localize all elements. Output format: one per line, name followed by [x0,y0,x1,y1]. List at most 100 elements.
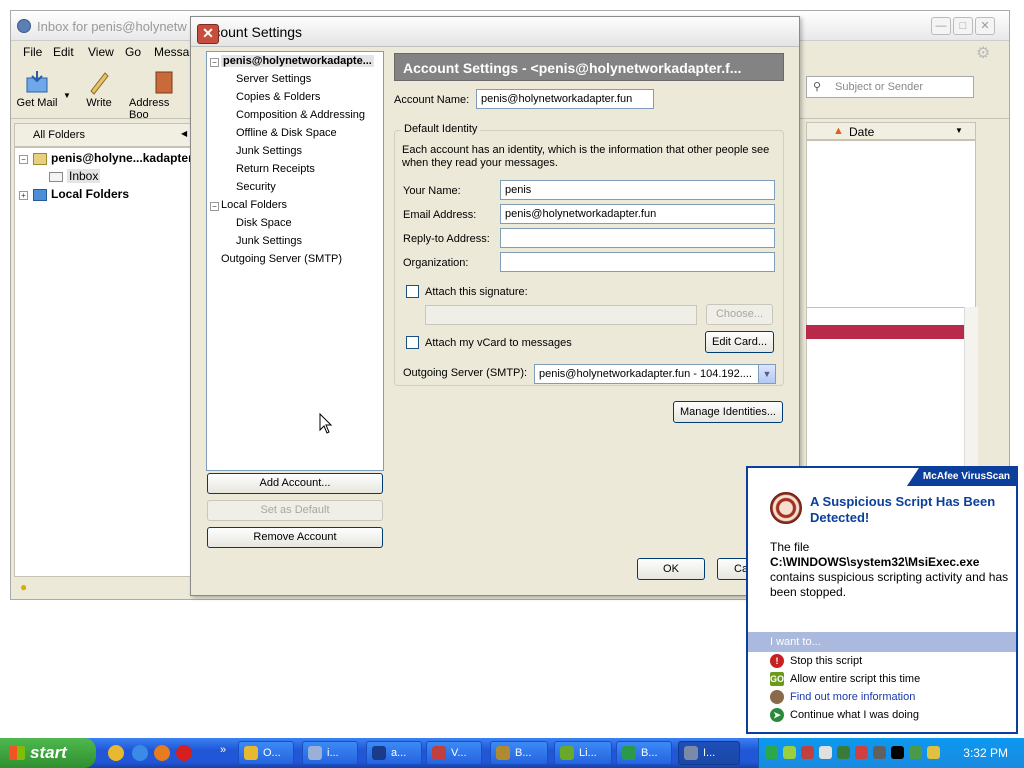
folder-local[interactable]: Local Folders [51,187,129,201]
tree-security[interactable]: Security [236,181,276,193]
tree-return-receipts[interactable]: Return Receipts [236,163,315,175]
address-book-button[interactable]: Address Boo [129,65,191,121]
tree-local-junk-settings[interactable]: Junk Settings [236,235,302,247]
attach-vcard-checkbox[interactable] [406,336,419,349]
dialog-titlebar[interactable]: Account Settings ✕ [191,17,799,47]
folder-account[interactable]: penis@holyne...kadapter. [51,151,195,165]
system-tray: 3:32 PM [758,738,1024,768]
taskbar-button-active[interactable]: I... [678,741,740,765]
maximize-button[interactable]: □ [953,17,973,35]
windows-logo-icon [9,746,25,760]
tree-server-settings[interactable]: Server Settings [236,73,311,85]
mouse-cursor-icon [319,413,333,434]
tray-icon[interactable] [819,746,832,759]
email-address-field[interactable]: penis@holynetworkadapter.fun [500,204,775,224]
tray-icon[interactable] [765,746,778,759]
taskbar-button[interactable]: Li... [554,741,612,765]
collapse-toggle[interactable]: − [19,155,28,164]
minimize-button[interactable]: — [931,17,951,35]
tray-icon[interactable] [801,746,814,759]
tree-copies-folders[interactable]: Copies & Folders [236,91,320,103]
menu-edit[interactable]: Edit [53,45,74,59]
chrome-icon[interactable] [108,745,124,761]
tree-outgoing-server[interactable]: Outgoing Server (SMTP) [221,253,342,265]
app-icon [372,746,386,760]
collapse-toggle[interactable]: − [210,202,219,211]
organization-field[interactable] [500,252,775,272]
menu-file[interactable]: File [23,45,42,59]
folder-inbox[interactable]: Inbox [67,169,101,183]
tree-offline-disk-space[interactable]: Offline & Disk Space [236,127,337,139]
selected-message-row[interactable] [806,325,964,339]
mcafee-brand: McAfee VirusScan [906,468,1016,486]
continue-option[interactable]: ➤ Continue what I was doing [770,708,919,722]
quick-launch-more-icon[interactable]: » [220,744,226,756]
tree-composition-addressing[interactable]: Composition & Addressing [236,109,365,121]
people-icon [770,690,784,704]
get-mail-dropdown-icon[interactable]: ▼ [63,91,71,100]
sort-arrow-icon[interactable]: ▼ [955,126,963,135]
folder-pane-header[interactable]: All Folders ◀ [14,123,192,147]
chevron-left-icon[interactable]: ◀ [181,129,187,138]
mcafee-alert-popup: McAfee VirusScan A Suspicious Script Has… [746,466,1018,734]
tree-junk-settings[interactable]: Junk Settings [236,145,302,157]
taskbar-button[interactable]: B... [490,741,548,765]
edit-card-button[interactable]: Edit Card... [705,331,774,353]
internet-explorer-icon[interactable] [132,745,148,761]
taskbar-button[interactable]: i... [302,741,358,765]
search-input[interactable]: ⚲ Subject or Sender [806,76,974,98]
reply-to-field[interactable] [500,228,775,248]
taskbar: start » O... i... a... V... B... Li... B… [0,738,1024,768]
i-want-to-header: I want to... [748,632,1016,652]
settings-header: Account Settings - <penis@holynetworkada… [394,53,784,81]
taskbar-button[interactable]: B... [616,741,672,765]
opera-icon[interactable] [176,745,192,761]
message-list[interactable] [806,140,976,310]
menu-view[interactable]: View [88,45,114,59]
alert-line: contains suspicious scripting activity a… [770,570,1009,599]
your-name-field[interactable]: penis [500,180,775,200]
tray-icon[interactable] [855,746,868,759]
start-button[interactable]: start [0,738,96,768]
get-mail-button[interactable]: Get Mail [15,65,59,117]
expand-toggle[interactable]: + [19,191,28,200]
stop-script-option[interactable]: ! Stop this script [770,654,862,668]
tray-icon[interactable] [927,746,940,759]
tree-local-folders[interactable]: Local Folders [221,199,287,211]
taskbar-button[interactable]: V... [426,741,482,765]
ok-button[interactable]: OK [637,558,705,580]
write-button[interactable]: Write [81,65,117,117]
manage-identities-button[interactable]: Manage Identities... [673,401,783,423]
message-list-header[interactable]: ▲ Date ▼ [806,122,976,140]
menu-go[interactable]: Go [125,45,141,59]
tray-icon[interactable] [837,746,850,759]
find-more-info-link[interactable]: Find out more information [770,690,915,704]
account-settings-dialog: Account Settings ✕ − penis@holynetworkad… [190,16,800,596]
tray-icon[interactable] [891,746,904,759]
allow-script-option[interactable]: GO Allow entire script this time [770,672,920,686]
collapse-toggle[interactable]: − [210,58,219,67]
app-icon [622,746,636,760]
taskbar-button[interactable]: O... [238,741,294,765]
remove-account-button[interactable]: Remove Account [207,527,383,548]
account-name-label: Account Name: [394,94,470,106]
organization-label: Organization: [403,257,469,269]
tree-account[interactable]: penis@holynetworkadapte... [221,55,374,67]
tree-disk-space[interactable]: Disk Space [236,217,292,229]
attach-signature-checkbox[interactable] [406,285,419,298]
outgoing-server-select[interactable]: penis@holynetworkadapter.fun - 104.192..… [534,364,776,384]
chevron-down-icon[interactable]: ▼ [758,365,775,383]
mcafee-header: McAfee VirusScan [748,468,1016,486]
account-name-field[interactable]: penis@holynetworkadapter.fun [476,89,654,109]
mcafee-alert-body: The file C:\WINDOWS\system32\MsiExec.exe… [770,540,1010,600]
add-account-button[interactable]: Add Account... [207,473,383,494]
taskbar-button[interactable]: a... [366,741,422,765]
dialog-close-button[interactable]: ✕ [197,24,219,44]
close-button[interactable]: ✕ [975,17,995,35]
tray-icon[interactable] [783,746,796,759]
column-date[interactable]: Date [849,125,874,139]
tray-icon[interactable] [909,746,922,759]
signature-file-field [425,305,697,325]
tray-icon[interactable] [873,746,886,759]
firefox-icon[interactable] [154,745,170,761]
